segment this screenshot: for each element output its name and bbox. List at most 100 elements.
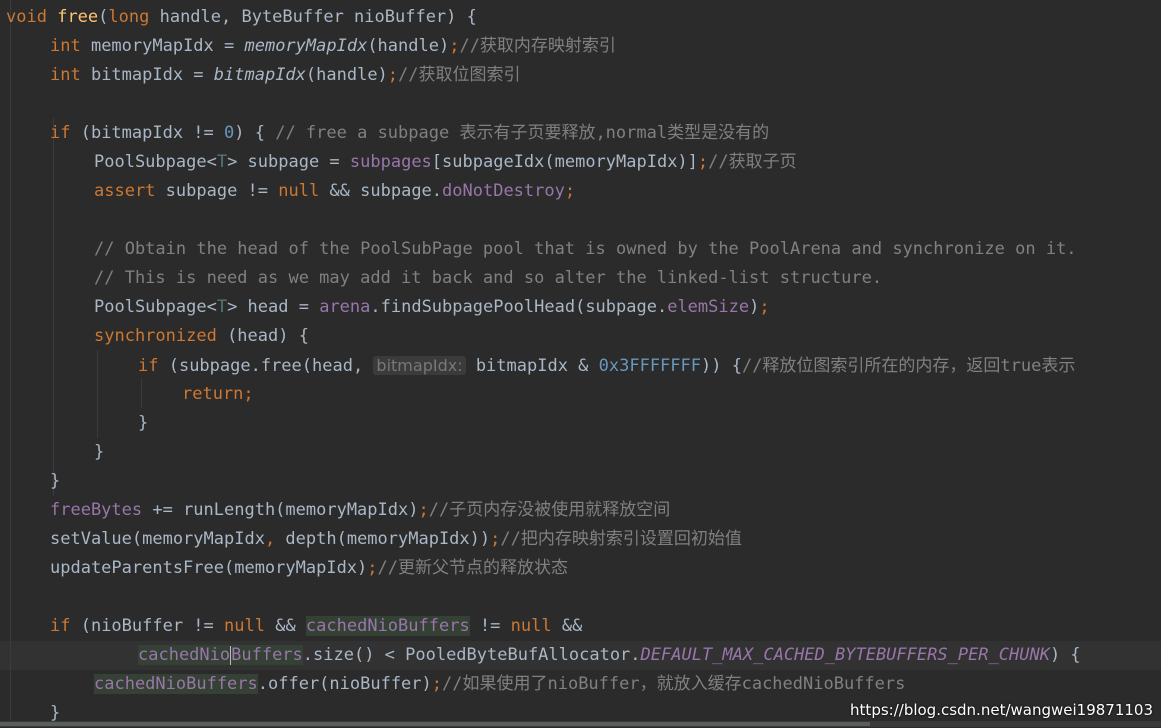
code-line-15[interactable]: } [138,409,148,438]
code-line-14[interactable]: return; [182,380,254,409]
comment: //获取位图索引 [398,65,521,85]
code-text: bitmapIdx & [465,356,599,376]
code-line-17[interactable]: } [50,467,60,496]
semicolon: ; [367,558,378,578]
code-line-5[interactable]: if (bitmapIdx != 0) { // free a subpage … [50,119,769,148]
comment: // free a subpage 表示有子页要释放,normal类型是没有的 [275,123,770,143]
scrollbar-thumb[interactable] [0,722,870,726]
code-text: ) { [1049,645,1081,665]
method-name-free: free [57,7,99,27]
semicolon: ; [243,384,254,404]
code-line-9[interactable]: // Obtain the head of the PoolSubPage po… [94,235,1077,264]
keyword-int: int [50,65,81,85]
brace: } [50,703,61,723]
semicolon: ; [449,36,460,56]
code-text: += runLength(memoryMapIdx) [142,500,419,520]
brace: } [50,471,61,491]
code-line-18[interactable]: freeBytes += runLength(memoryMapIdx);//子… [50,496,670,525]
indent-guide [10,0,11,727]
code-line-11[interactable]: PoolSubpage<T> head = arena.findSubpageP… [94,293,770,322]
code-text: updateParentsFree(memoryMapIdx) [50,558,368,578]
code-line-19[interactable]: setValue(memoryMapIdx, depth(memoryMapId… [50,525,742,554]
keyword-int: int [50,36,81,56]
code-text: && [551,616,583,636]
keyword-null: null [278,181,320,201]
code-text: ) { [234,123,276,143]
comment: //释放位图索引所在的内存，返回true表示 [741,356,1076,376]
field-highlighted: cachedNioBuffers [305,616,470,636]
code-text: (head) { [216,326,309,346]
code-line-24[interactable]: cachedNioBuffers.offer(nioBuffer);//如果使用… [94,670,905,699]
indent-guide [141,378,142,408]
code-line-16[interactable]: } [94,438,104,467]
code-text: ) [749,297,760,317]
code-line-10[interactable]: // This is need as we may add it back an… [94,264,882,293]
comment: //获取子页 [708,152,797,172]
code-line-6[interactable]: PoolSubpage<T> subpage = subpages[subpag… [94,148,797,177]
semicolon: ; [564,181,576,201]
code-editor[interactable]: void free(long handle, ByteBuffer nioBuf… [0,0,1161,727]
code-text: [subpageIdx(memoryMapIdx)] [431,152,698,172]
keyword-null: null [224,616,265,636]
type-param: T [216,152,228,172]
code-line-3[interactable]: int bitmapIdx = bitmapIdx(handle);//获取位图… [50,61,521,90]
keyword-void: void [6,7,47,27]
code-text: > subpage = [227,152,350,172]
brace: } [138,413,149,433]
code-text: PoolSubpage< [94,297,217,317]
code-line-1[interactable]: void free(long handle, ByteBuffer nioBuf… [6,3,477,32]
static-call: bitmapIdx [213,65,306,85]
comment: //更新父节点的释放状态 [377,558,569,578]
semicolon: ; [418,500,429,520]
keyword-long: long [108,7,150,27]
code-text: setValue(memoryMapIdx [50,529,265,549]
code-text: PoolSubpage< [94,152,217,172]
code-text: (handle) [305,65,388,85]
number: 0x3FFFFFFF [598,356,701,376]
horizontal-scrollbar[interactable] [0,721,1161,727]
keyword-if: if [50,123,71,143]
code-text: (subpage.free(head, [158,356,374,376]
keyword-null: null [510,616,552,636]
indent-guide [53,118,54,496]
watermark: https://blog.csdn.net/wangwei19871103 [850,701,1153,719]
keyword-if: if [50,616,71,636]
code-line-22[interactable]: if (nioBuffer != null && cachedNioBuffer… [50,612,582,641]
semicolon: ; [431,674,443,694]
comment: //子页内存没被使用就释放空间 [428,500,671,520]
paren: ( [98,7,109,27]
code-text: (handle) [367,36,450,56]
code-line-7[interactable]: assert subpage != null && subpage.doNotD… [94,177,575,206]
code-text: (nioBuffer != [70,616,225,636]
field-highlighted: Buffers [231,645,303,665]
semicolon: ; [759,297,770,317]
comment: // This is need as we may add it back an… [94,268,883,288]
code-text: && subpage. [319,181,443,201]
field-highlighted: cachedNioBuffers [94,674,258,694]
comment: //获取内存映射索引 [459,36,616,56]
code-text: != [469,616,511,636]
keyword-return: return [182,384,244,404]
code-line-20[interactable]: updateParentsFree(memoryMapIdx);//更新父节点的… [50,554,568,583]
keyword-assert: assert [94,181,156,201]
field-highlighted: cachedNio [138,645,231,665]
field: elemSize [667,297,750,317]
comment: //如果使用了nioBuffer，就放入缓存cachedNioBuffers [442,674,906,694]
comma: , [264,529,276,549]
code-text: )) { [701,356,742,376]
indent-guide [97,350,98,438]
comment: //把内存映射索引设置回初始值 [500,529,742,549]
semicolon: ; [697,152,709,172]
code-text: (bitmapIdx != [70,123,225,143]
code-line-2[interactable]: int memoryMapIdx = memoryMapIdx(handle);… [50,32,616,61]
field: subpages [349,152,432,172]
number: 0 [224,123,235,143]
code-text: .offer(nioBuffer) [257,674,432,694]
code-line-23[interactable]: cachedNioBuffers.size() < PooledByteBufA… [138,641,1081,670]
code-line-12[interactable]: synchronized (head) { [94,322,309,351]
brace: } [94,442,105,462]
code-text: .findSubpagePoolHead(subpage. [370,297,668,317]
code-line-13[interactable]: if (subpage.free(head, bitmapIdx: bitmap… [138,351,1075,380]
code-text: && [264,616,306,636]
field: freeBytes [50,500,143,520]
